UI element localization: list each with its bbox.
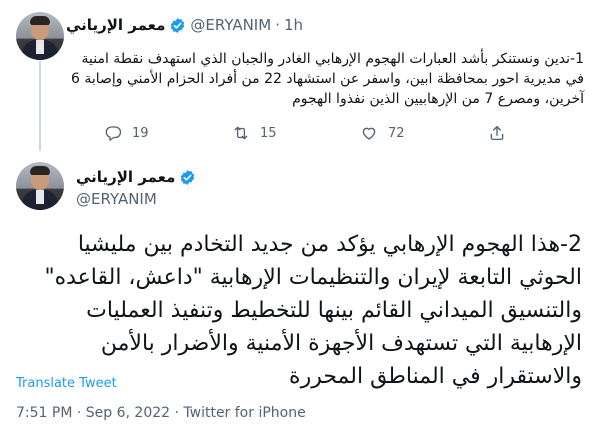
like-count: 72 — [388, 125, 405, 141]
thread-connector-line — [39, 61, 41, 151]
tweet1-actions: 19 15 72 — [104, 124, 544, 142]
avatar-hair — [30, 166, 50, 175]
share-icon — [490, 125, 504, 141]
handle[interactable]: @ERYANIM — [76, 190, 157, 208]
tweet-timestamp[interactable]: 7:51 PM · Sep 6, 2022 · Twitter for iPho… — [16, 405, 306, 421]
verified-badge-icon — [171, 17, 185, 33]
avatar-shirt — [36, 190, 44, 204]
separator-dot: · — [275, 16, 280, 34]
tweet-time[interactable]: 1h — [284, 16, 303, 34]
reply-button[interactable]: 19 — [104, 124, 232, 142]
reply-count: 19 — [132, 125, 149, 141]
retweet-count: 15 — [260, 125, 277, 141]
translate-tweet-link[interactable]: Translate Tweet — [16, 376, 117, 391]
avatar[interactable] — [16, 162, 64, 210]
avatar-hair — [30, 16, 50, 25]
tweet2-header: معمر الإرياني — [76, 168, 196, 186]
tweet2-handle-row: @ERYANIM — [76, 190, 157, 208]
tweet1-header: معمر الإرياني @ERYANIM · 1h — [66, 16, 303, 34]
retweet-button[interactable]: 15 — [232, 124, 360, 142]
tweet2-text: 2-هذا الهجوم الإرهابي يؤكد من جديد التخا… — [44, 232, 582, 389]
tweet1-text: 1-ندين ونستنكر بأشد العبارات الهجوم الإر… — [70, 51, 584, 107]
retweet-icon — [234, 126, 248, 140]
reply-icon — [105, 126, 122, 141]
display-name[interactable]: معمر الإرياني — [76, 168, 175, 186]
avatar[interactable] — [16, 12, 64, 60]
avatar-shirt — [36, 40, 44, 54]
handle[interactable]: @ERYANIM — [190, 16, 271, 34]
share-button[interactable] — [488, 124, 506, 142]
display-name[interactable]: معمر الإرياني — [66, 16, 165, 34]
heart-icon — [362, 127, 376, 140]
verified-badge-icon — [181, 169, 195, 185]
like-button[interactable]: 72 — [360, 124, 488, 142]
